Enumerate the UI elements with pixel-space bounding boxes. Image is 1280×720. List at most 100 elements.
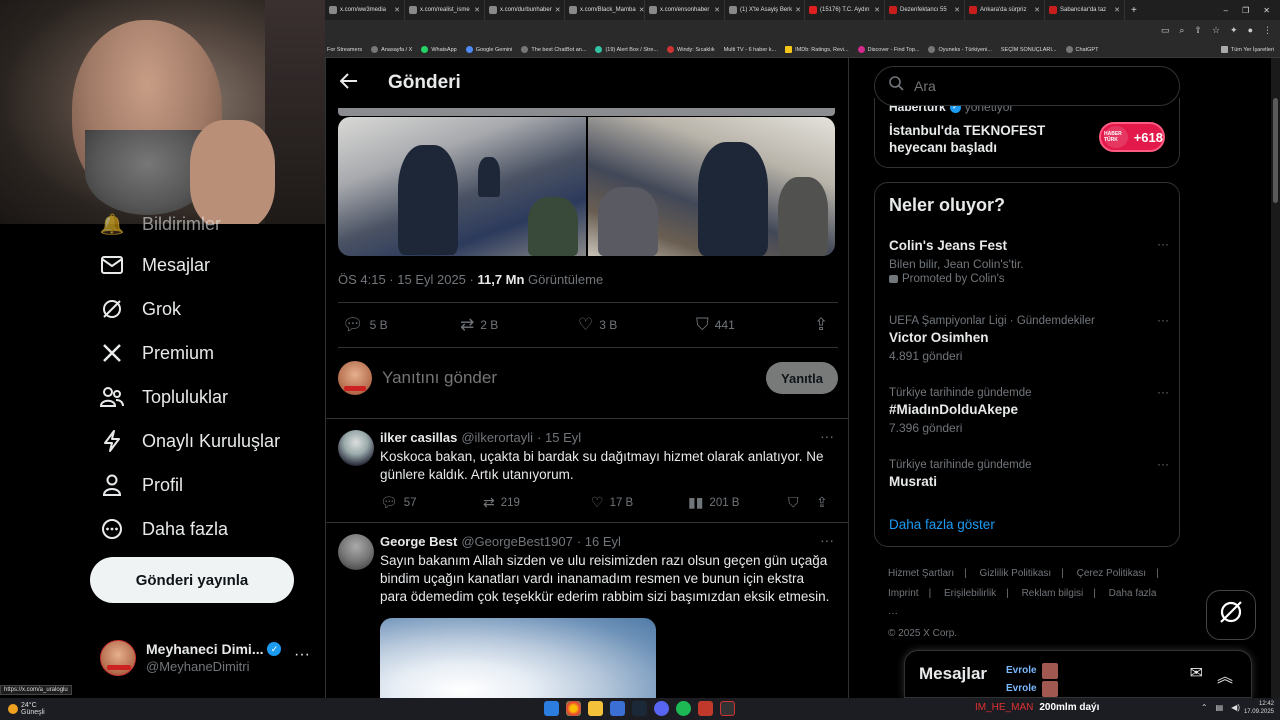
post-image[interactable] xyxy=(338,117,586,256)
volume-icon[interactable]: ◀) xyxy=(1231,703,1240,712)
reply-action[interactable]: 💬︎ 5 B xyxy=(342,315,460,335)
tweet-date[interactable]: · 15 Eyl xyxy=(537,430,581,445)
reply-tweet[interactable]: George Best @GeorgeBest1907 · 16 Eyl ··· S… xyxy=(338,532,838,698)
grok-fab-button[interactable] xyxy=(1206,590,1256,640)
trend-more-icon[interactable]: ··· xyxy=(1157,457,1169,471)
close-tab-icon[interactable]: ✕ xyxy=(874,6,880,14)
tweet-date[interactable]: · 16 Eyl xyxy=(577,534,621,549)
share-icon[interactable]: ⇪ xyxy=(1194,25,1202,36)
browser-tab[interactable]: Ankara'da sürpriz ✕ xyxy=(965,0,1045,20)
app-icon[interactable] xyxy=(610,701,625,716)
new-message-icon[interactable]: ✉ xyxy=(1190,663,1203,687)
browser-tab[interactable]: Sabancılar'da taz ✕ xyxy=(1045,0,1125,20)
browser-tab[interactable]: x.com/ensonhaber ✕ xyxy=(645,0,725,20)
app-icon[interactable] xyxy=(720,701,735,716)
tweet-more-icon[interactable]: ··· xyxy=(820,532,834,548)
trend-more-icon[interactable]: ··· xyxy=(1157,237,1169,251)
bookmark-item[interactable]: IMDb: Ratings, Revi... xyxy=(785,46,849,53)
spotify-icon[interactable] xyxy=(676,701,691,716)
show-more-link[interactable]: Daha fazla göster xyxy=(889,517,995,532)
reply-button[interactable]: Yanıtla xyxy=(766,362,838,394)
windows-start-icon[interactable] xyxy=(544,701,559,716)
weather-widget[interactable]: 24°C Güneşli xyxy=(0,702,45,716)
bookmark-item[interactable]: ChatGPT xyxy=(1065,46,1098,53)
footer-link[interactable]: Reklam bilgisi xyxy=(1022,588,1084,599)
restore-icon[interactable]: ❐ xyxy=(1242,6,1249,15)
messages-dock[interactable]: Mesajlar Evrole Evrole ✉ ︽ xyxy=(904,650,1252,698)
bookmark-item[interactable]: For Streamers xyxy=(327,47,362,53)
tweet-author-name[interactable]: George Best xyxy=(380,534,457,549)
sidebar-item-premium[interactable]: Premium xyxy=(100,341,214,365)
bookmark-item[interactable]: Discover - Find Top... xyxy=(857,46,919,53)
expand-up-icon[interactable]: ︽ xyxy=(1217,663,1233,687)
sponsored-count-pill[interactable]: HABER TÜRK +618 xyxy=(1099,122,1165,152)
bookmark-item[interactable]: (19) Alert Box / Stre... xyxy=(595,46,658,53)
page-scrollbar[interactable] xyxy=(1271,58,1280,698)
tweet-author-handle[interactable]: @GeorgeBest1907 xyxy=(461,534,573,549)
extensions-icon[interactable]: ✦ xyxy=(1230,25,1238,36)
sponsored-title[interactable]: İstanbul'da TEKNOFEST heyecanı başladı xyxy=(889,122,1089,156)
address-bar[interactable]: ▭ ⌕ ⇪ ☆ ✦ ● ⋮ xyxy=(325,20,1280,42)
browser-tab[interactable]: Dezenfektancı 55 ✕ xyxy=(885,0,965,20)
close-tab-icon[interactable]: ✕ xyxy=(639,6,644,14)
trend-more-icon[interactable]: ··· xyxy=(1157,385,1169,399)
tray-expand-icon[interactable]: ⌃ xyxy=(1201,703,1208,712)
chrome-icon[interactable] xyxy=(566,701,581,716)
close-tab-icon[interactable]: ✕ xyxy=(394,6,400,14)
close-tab-icon[interactable]: ✕ xyxy=(555,6,561,14)
trend-item[interactable]: UEFA Şampiyonlar Ligi · Gündemdekiler Vi… xyxy=(889,313,1169,365)
close-tab-icon[interactable]: ✕ xyxy=(474,6,480,14)
bookmark-star-icon[interactable]: ☆ xyxy=(1212,25,1220,36)
bookmark-item[interactable]: Multi TV - 6 haber k... xyxy=(724,47,776,53)
tweet-more-icon[interactable]: ··· xyxy=(820,428,834,444)
footer-link[interactable]: Imprint xyxy=(888,588,919,599)
post-button[interactable]: Gönderi yayınla xyxy=(90,557,294,603)
browser-tab[interactable]: x.com/durbunhaber ✕ xyxy=(485,0,565,20)
reply-action[interactable]: 💬︎ 57 xyxy=(380,494,483,511)
post-image[interactable] xyxy=(587,117,835,256)
sidebar-item-messages[interactable]: Mesajlar xyxy=(100,253,210,277)
footer-link[interactable]: Hizmet Şartları xyxy=(888,568,954,579)
share-action[interactable]: ⇪ xyxy=(816,494,828,511)
profile-icon[interactable]: ● xyxy=(1248,25,1253,36)
bookmark-item[interactable]: The best ChatBot an... xyxy=(521,46,586,53)
tweet-image[interactable] xyxy=(380,618,656,698)
steam-icon[interactable] xyxy=(632,701,647,716)
account-more-icon[interactable]: ··· xyxy=(294,646,310,664)
browser-tab[interactable]: x.com/Black_Mamba ✕ xyxy=(565,0,645,20)
scroll-thumb[interactable] xyxy=(1273,98,1278,203)
close-tab-icon[interactable]: ✕ xyxy=(954,6,960,14)
minimize-icon[interactable]: – xyxy=(1224,6,1228,15)
bookmark-item[interactable]: Anasayfa / X xyxy=(371,46,412,53)
sidebar-item-verified-orgs[interactable]: Onaylı Kuruluşlar xyxy=(100,429,280,453)
all-bookmarks-folder[interactable]: Tüm Yer İşaretleri xyxy=(1220,46,1280,53)
sidebar-item-grok[interactable]: Grok xyxy=(100,297,181,321)
bookmark-action[interactable]: ⛉ xyxy=(788,494,816,511)
sidebar-item-notifications[interactable]: 🔔 Bildirimler xyxy=(100,212,221,236)
bookmark-item[interactable]: Google Gemini xyxy=(465,46,512,53)
network-icon[interactable]: ▤ xyxy=(1216,703,1224,712)
repost-action[interactable]: ⇄ 2 B xyxy=(460,315,578,335)
cast-icon[interactable]: ▭ xyxy=(1161,25,1170,36)
trend-item[interactable]: Türkiye tarihinde gündemde Musrati ··· xyxy=(889,457,1169,491)
browser-tab[interactable]: x.com/ww3media ✕ xyxy=(325,0,405,20)
account-switcher[interactable]: Meyhaneci Dimi... ✓ @MeyhaneDimitri ··· xyxy=(100,636,310,680)
like-action[interactable]: ♡ 3 B xyxy=(578,315,696,335)
sidebar-item-more[interactable]: Daha fazla xyxy=(100,517,228,541)
app-icon[interactable] xyxy=(698,701,713,716)
share-action[interactable]: ⇪ xyxy=(814,315,828,335)
footer-link[interactable]: Çerez Politikası xyxy=(1077,568,1146,579)
close-window-icon[interactable]: ✕ xyxy=(1263,6,1270,15)
trend-item[interactable]: Türkiye tarihinde gündemde #MiadınDolduA… xyxy=(889,385,1169,437)
clock[interactable]: 12:42 17.09.2025 xyxy=(1244,700,1274,716)
back-arrow-icon[interactable] xyxy=(339,72,362,94)
trend-more-icon[interactable]: ··· xyxy=(1157,313,1169,327)
bookmark-item[interactable]: SEÇİM SONUÇLARI... xyxy=(1001,47,1057,53)
bookmark-item[interactable]: Windy: Sıcaklık xyxy=(667,46,715,53)
tweet-author-handle[interactable]: @ilkerortayli xyxy=(461,430,533,445)
file-explorer-icon[interactable] xyxy=(588,701,603,716)
search-bar[interactable] xyxy=(874,66,1180,106)
zoom-icon[interactable]: ⌕ xyxy=(1179,25,1184,36)
bookmark-item[interactable]: Oyuneks - Türkiyeni... xyxy=(928,46,992,53)
browser-tab[interactable]: x.com/realist_isme ✕ xyxy=(405,0,485,20)
